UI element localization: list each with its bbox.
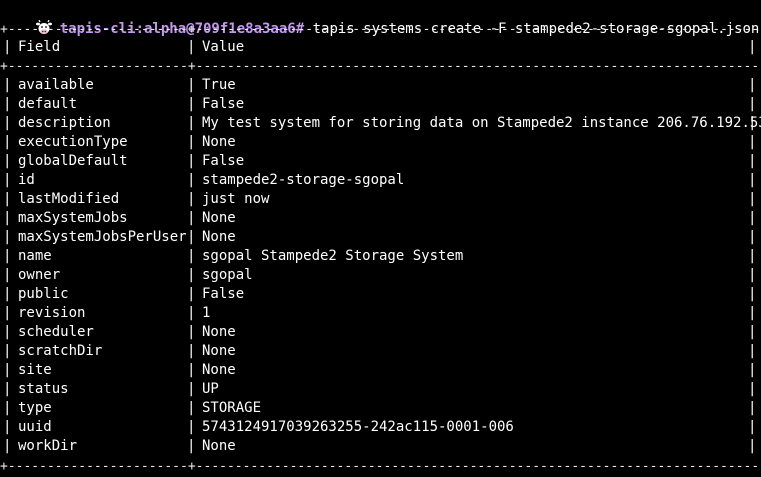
row-field: name (18, 248, 52, 264)
table-row: | default | False | (3, 96, 757, 112)
row-value: False (202, 286, 245, 302)
row-field: maxSystemJobsPerUser (18, 229, 187, 245)
table-row: | site | None | (3, 362, 757, 378)
table-row: | maxSystemJobs | None | (3, 210, 757, 226)
row-value: None (202, 134, 236, 150)
table-row: | id | stampede2-storage-sgopal | (3, 172, 757, 188)
table-row: | status | UP | (3, 381, 757, 397)
header-value: Value (202, 39, 245, 55)
table-bottom-border: +-----------------------+---------------… (0, 459, 761, 474)
table-row: | owner | sgopal | (3, 267, 757, 283)
row-value: 1 (202, 305, 211, 321)
header-field: Field (18, 39, 61, 55)
row-field: lastModified (18, 191, 120, 207)
table-header-row: | Field | Value | (3, 39, 757, 55)
row-value: STORAGE (202, 400, 262, 416)
row-value: sgopal (202, 267, 253, 283)
table-row: | type | STORAGE | (3, 400, 757, 416)
row-field: type (18, 400, 52, 416)
row-value: None (202, 324, 236, 340)
row-value: stampede2-storage-sgopal (202, 172, 405, 188)
row-field: id (18, 172, 35, 188)
row-value: UP (202, 381, 219, 397)
row-value: 5743124917039263255-242ac115-0001-006 (202, 419, 514, 435)
row-field: revision (18, 305, 86, 321)
table-row: | public | False | (3, 286, 757, 302)
table-row: | revision | 1 | (3, 305, 757, 321)
row-field: public (18, 286, 69, 302)
row-field: maxSystemJobs (18, 210, 128, 226)
row-field: available (18, 77, 94, 93)
row-value: None (202, 210, 236, 226)
row-value: None (202, 362, 236, 378)
row-field: scheduler (18, 324, 94, 340)
table-row: | available | True | (3, 77, 757, 93)
row-value: False (202, 96, 245, 112)
row-value: None (202, 229, 236, 245)
row-field: scratchDir (18, 343, 103, 359)
table-row: | lastModified | just now | (3, 191, 757, 207)
table-header-border: +-----------------------+---------------… (0, 59, 761, 74)
row-value: sgopal Stampede2 Storage System (202, 248, 464, 264)
row-field: default (18, 96, 78, 112)
table-row: | scratchDir | None | (3, 343, 757, 359)
table-row: | name | sgopal Stampede2 Storage System | (3, 248, 757, 264)
row-field: workDir (18, 438, 78, 454)
row-field: status (18, 381, 69, 397)
prompt-line: tapis-cli:alpha@709f1e8a3aa6# tapis syst… (2, 1, 759, 37)
row-field: executionType (18, 134, 128, 150)
table-row: | workDir | None | (3, 438, 757, 454)
table-row: | maxSystemJobsPerUser | None | (3, 229, 757, 245)
row-field: uuid (18, 419, 52, 435)
row-field: site (18, 362, 52, 378)
row-value: None (202, 438, 236, 454)
terminal-window[interactable]: tapis-cli:alpha@709f1e8a3aa6# tapis syst… (0, 0, 761, 477)
row-value: True (202, 77, 236, 93)
row-value: None (202, 343, 236, 359)
table-top-border: +-----------------------+---------------… (0, 22, 761, 37)
row-field: description (18, 115, 111, 131)
row-value: False (202, 153, 245, 169)
row-field: globalDefault (18, 153, 128, 169)
row-value: My test system for storing data on Stamp… (202, 115, 761, 131)
table-row: | globalDefault | False | (3, 153, 757, 169)
table-row: | scheduler | None | (3, 324, 757, 340)
row-value: just now (202, 191, 270, 207)
table-row: | description | My test system for storing … (0, 114, 761, 133)
table-row: | executionType | None | (3, 134, 757, 150)
table-row: | uuid | 5743124917039263255-242ac115-0001-… (3, 419, 757, 435)
row-field: owner (18, 267, 61, 283)
